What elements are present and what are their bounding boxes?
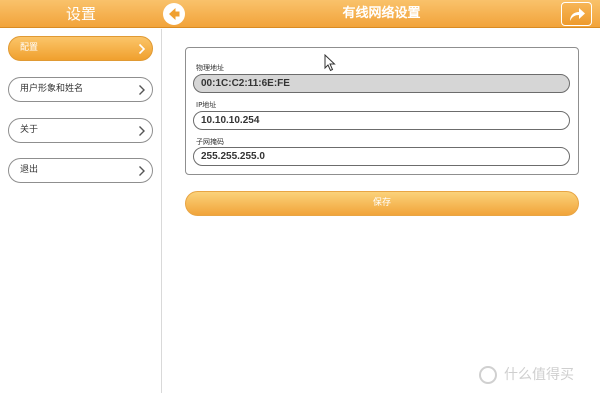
watermark: 什么值得买 — [504, 367, 574, 383]
share-button[interactable] — [561, 2, 592, 26]
mac-field: 00:1C:C2:11:6E:FE — [193, 74, 570, 93]
save-button[interactable]: 保存 — [185, 191, 579, 216]
chevron-right-icon — [139, 126, 145, 136]
sidebar-item-label: 退出 — [20, 165, 39, 175]
chevron-right-icon — [138, 43, 146, 55]
top-bar: 设置 有线网络设置 — [0, 0, 600, 28]
sidebar: 配置 用户形象和姓名 关于 退出 — [0, 29, 162, 393]
ip-field[interactable]: 10.10.10.254 — [193, 111, 570, 130]
subnet-mask-field[interactable]: 255.255.255.0 — [193, 147, 570, 166]
chevron-right-icon — [139, 166, 145, 176]
share-arrow-icon — [570, 8, 585, 21]
subnet-mask-label: 子网掩码 — [196, 138, 224, 146]
chevron-right-icon — [139, 85, 145, 95]
network-settings-panel: 物理地址 00:1C:C2:11:6E:FE IP地址 10.10.10.254… — [185, 47, 579, 175]
sidebar-item-label: 关于 — [20, 125, 39, 135]
sidebar-item-label: 用户形象和姓名 — [20, 84, 84, 94]
mouse-cursor-icon — [324, 54, 336, 72]
ip-label: IP地址 — [196, 101, 217, 109]
sidebar-item-label: 配置 — [20, 43, 39, 53]
sidebar-item-logout[interactable]: 退出 — [8, 158, 153, 183]
sidebar-item-about[interactable]: 关于 — [8, 118, 153, 143]
watermark-logo-icon — [479, 366, 497, 384]
page-title: 有线网络设置 — [342, 6, 421, 21]
sidebar-item-profile[interactable]: 用户形象和姓名 — [8, 77, 153, 102]
mac-label: 物理地址 — [196, 64, 224, 72]
sidebar-title: 设置 — [65, 5, 96, 23]
sidebar-item-config[interactable]: 配置 — [8, 36, 153, 61]
